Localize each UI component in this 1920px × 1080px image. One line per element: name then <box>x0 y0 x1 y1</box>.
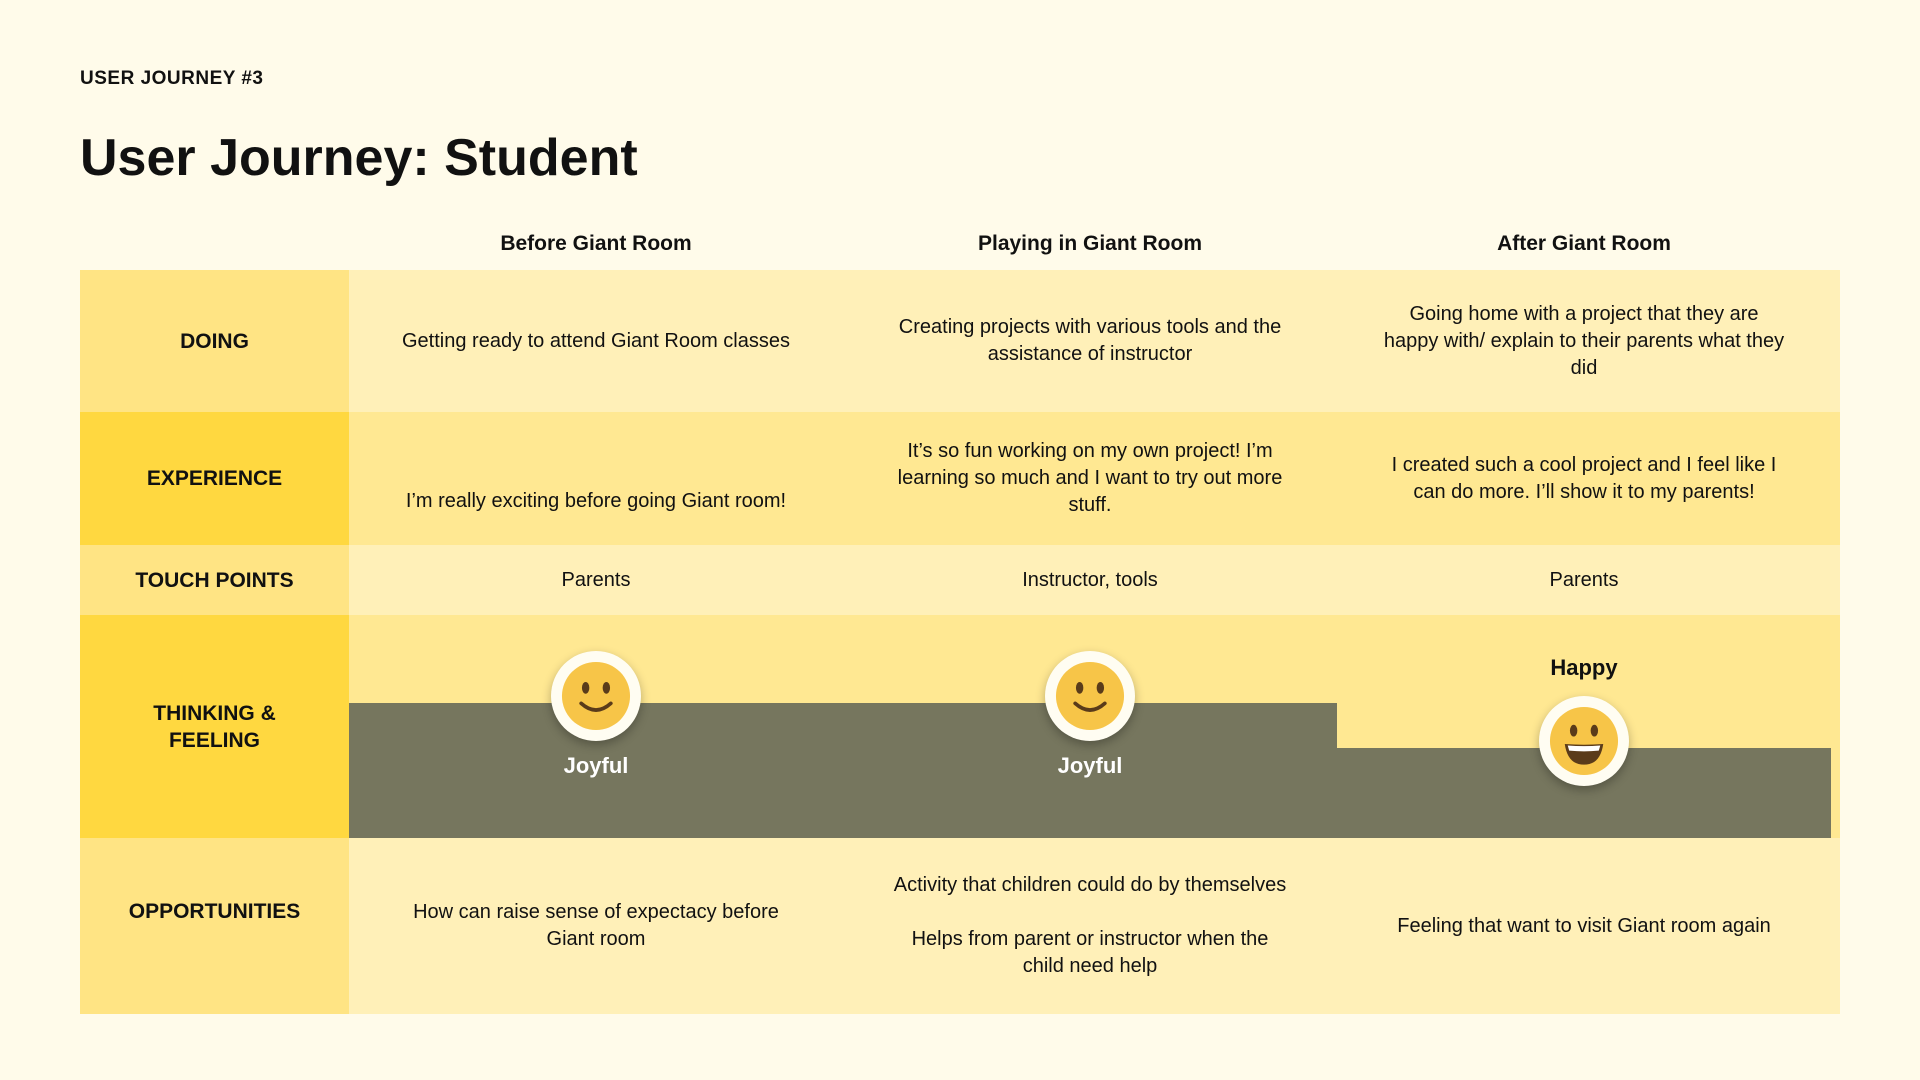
opportunities-cell-playing: Activity that children could do by thems… <box>893 874 1287 977</box>
row-label-experience: EXPERIENCE <box>80 412 349 545</box>
smiling-face-icon <box>551 651 641 741</box>
experience-cell-before: I’m really exciting before going Giant r… <box>405 490 787 512</box>
doing-cell-before: Getting ready to attend Giant Room class… <box>402 329 790 352</box>
experience-cell-playing: It’s so fun working on my own project! I… <box>897 440 1283 516</box>
grinning-face-icon <box>1539 696 1629 786</box>
row-touch-points: TOUCH POINTS Parents Instructor, tools P… <box>80 545 1840 615</box>
row-experience: EXPERIENCE I’m really exciting before go… <box>80 412 1840 545</box>
row-label-thinking-feeling: THINKING & FEELING <box>80 615 349 838</box>
eyebrow-label: USER JOURNEY #3 <box>80 68 264 89</box>
row-thinking-feeling: THINKING & FEELING Joyful Joyful Happy <box>80 615 1840 838</box>
opportunities-cell-before: How can raise sense of expectacy before … <box>413 901 779 950</box>
experience-cell-after: I created such a cool project and I feel… <box>1391 453 1777 503</box>
row-doing: DOING Getting ready to attend Giant Room… <box>80 270 1840 412</box>
touch-points-cell-before: Parents <box>561 568 631 591</box>
doing-cell-after: Going home with a project that they are … <box>1383 302 1785 379</box>
stage-header-before: Before Giant Room <box>500 232 692 255</box>
opportunities-cell-after: Feeling that want to visit Giant room ag… <box>1397 914 1771 937</box>
row-opportunities: OPPORTUNITIES How can raise sense of exp… <box>80 838 1840 1014</box>
feeling-label-playing: Joyful <box>1057 753 1123 778</box>
doing-cell-playing: Creating projects with various tools and… <box>898 316 1282 365</box>
smiling-face-icon <box>1045 651 1135 741</box>
touch-points-cell-after: Parents <box>1549 568 1619 591</box>
touch-points-cell-playing: Instructor, tools <box>1022 568 1158 591</box>
row-label-doing: DOING <box>80 270 349 412</box>
stage-header-playing: Playing in Giant Room <box>977 232 1203 255</box>
stage-header-after: After Giant Room <box>1497 232 1671 255</box>
page-title: User Journey: Student <box>80 129 638 187</box>
feeling-label-before: Joyful <box>563 753 629 778</box>
row-label-opportunities: OPPORTUNITIES <box>80 838 349 1014</box>
feeling-label-after: Happy <box>1550 655 1618 680</box>
row-label-touch-points: TOUCH POINTS <box>80 545 349 615</box>
